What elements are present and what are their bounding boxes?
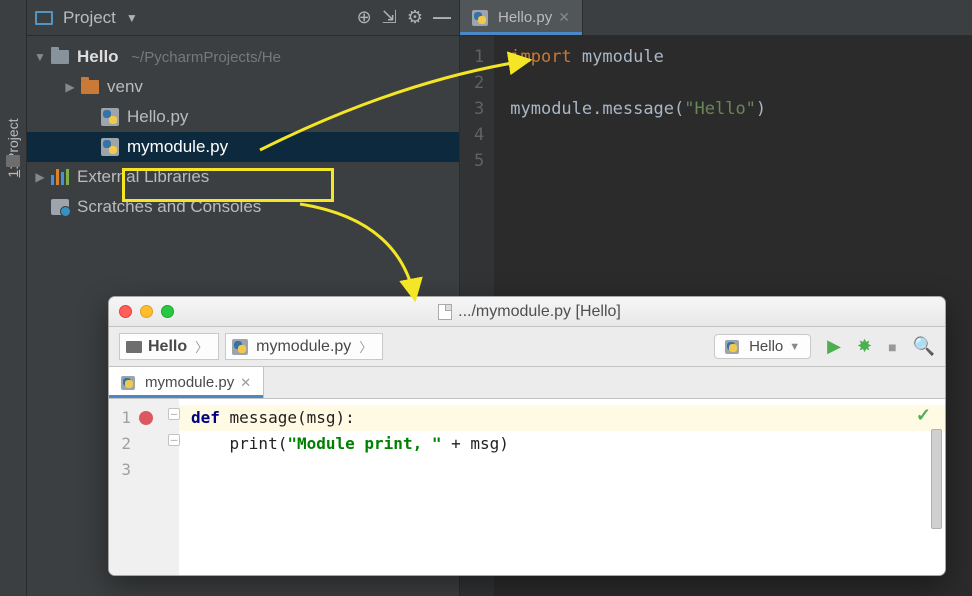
hide-panel-icon[interactable]: — [433,7,451,28]
tree-file-hello[interactable]: Hello.py [27,102,459,132]
indent [191,434,230,453]
breakpoint-icon[interactable] [139,411,153,425]
locate-icon[interactable]: ⊕ [357,7,372,28]
breadcrumb-project[interactable]: Hello 〉 [119,333,219,360]
window-title: .../mymodule.py [Hello] [182,303,877,321]
breadcrumb-file[interactable]: mymodule.py 〉 [225,333,383,360]
project-view-icon [35,11,53,25]
expand-arrow-icon[interactable]: ▶ [33,170,47,184]
collapse-all-icon[interactable]: ⇲ [382,7,397,28]
line-number: 2 [119,431,131,457]
close-tab-icon[interactable]: ✕ [240,375,251,391]
chevron-right-icon: 〉 [359,337,372,356]
scrollbar[interactable] [931,429,942,529]
folder-icon [81,80,99,94]
builtin: print [230,434,278,453]
inspection-ok-icon[interactable]: ✓ [916,405,931,426]
line-number: 1 [474,44,484,70]
left-tool-gutter: 1: Project [0,0,27,596]
tree-venv[interactable]: ▶ venv [27,72,459,102]
venv-label: venv [107,77,143,97]
tree-external-libs[interactable]: ▶ External Libraries [27,162,459,192]
tab-label: mymodule.py [145,374,234,391]
window-controls [119,305,174,318]
project-view-dropdown-icon[interactable]: ▼ [126,11,138,25]
editor-tab-hello[interactable]: Hello.py ✕ [460,0,583,35]
python-icon [725,340,739,354]
window-title-text: .../mymodule.py [Hello] [458,303,621,321]
search-icon[interactable]: 🔍 [913,336,935,357]
settings-gear-icon[interactable]: ⚙ [407,7,423,28]
line-number: 5 [474,148,484,174]
run-configuration-selector[interactable]: Hello ▼ [714,334,811,359]
expand-arrow-icon[interactable]: ▶ [63,80,77,94]
keyword: import [510,47,571,67]
line-number: 4 [474,122,484,148]
zoom-window-icon[interactable] [161,305,174,318]
chevron-down-icon: ▼ [789,341,800,353]
debug-icon[interactable]: ✸ [857,336,872,357]
root-path: ~/PycharmProjects/He [131,49,281,66]
close-window-icon[interactable] [119,305,132,318]
crumb-label: mymodule.py [256,338,351,356]
extlib-label: External Libraries [77,167,209,187]
file-label: mymodule.py [127,137,228,157]
project-tool-mnemonic: 1 [5,170,21,178]
identifier: mymodule [510,99,592,119]
tree-root[interactable]: ▼ Hello ~/PycharmProjects/He [27,42,459,72]
float-code-editor[interactable]: 1 – 2 – 3 def message(msg): print("Modul… [109,399,945,575]
line-number: 3 [119,457,131,483]
libraries-icon [51,169,69,185]
function-name: message [230,408,297,427]
chevron-right-icon: 〉 [195,337,208,356]
python-file-icon [472,10,488,26]
string: "Hello" [684,99,756,119]
navigation-bar: Hello 〉 mymodule.py 〉 Hello ▼ ▶ ✸ ■ 🔍 [109,327,945,367]
file-label: Hello.py [127,107,188,127]
scratches-icon [51,199,69,215]
window-titlebar[interactable]: .../mymodule.py [Hello] [109,297,945,327]
run-icon[interactable]: ▶ [827,336,841,357]
python-file-icon [101,108,119,126]
float-editor-tabs: mymodule.py ✕ [109,367,945,399]
tree-scratches[interactable]: Scratches and Consoles [27,192,459,222]
tree-file-mymodule[interactable]: mymodule.py [27,132,459,162]
paren: ) [756,99,766,119]
call: .message( [592,99,684,119]
folder-icon [126,341,142,353]
close-tab-icon[interactable]: ✕ [558,9,570,26]
python-file-icon [101,138,119,156]
run-config-name: Hello [749,338,783,355]
scratch-label: Scratches and Consoles [77,197,261,217]
run-toolbar: ▶ ✸ ■ 🔍 [827,336,935,357]
identifier: mymodule [582,47,664,67]
project-view-title[interactable]: Project [63,8,116,28]
editor-tab-mymodule[interactable]: mymodule.py ✕ [109,367,264,398]
editor-tabs: Hello.py ✕ [460,0,972,36]
line-number: 1 [119,405,131,431]
root-name: Hello [77,47,119,67]
minimize-window-icon[interactable] [140,305,153,318]
python-file-icon [121,376,135,390]
expand-arrow-icon[interactable]: ▼ [33,50,47,64]
floating-editor-window[interactable]: .../mymodule.py [Hello] Hello 〉 mymodule… [108,296,946,576]
stop-icon[interactable]: ■ [888,339,896,355]
float-code-content[interactable]: def message(msg): print("Module print, "… [179,399,945,575]
project-toolbar: Project ▼ ⊕ ⇲ ⚙ — [27,0,459,36]
params: (msg): [297,408,355,427]
string: "Module print, " [287,434,441,453]
document-icon [438,304,452,320]
tab-label: Hello.py [498,9,552,26]
line-number: 2 [474,70,484,96]
python-file-icon [232,339,248,355]
expr: + msg) [441,434,508,453]
float-gutter: 1 – 2 – 3 [109,399,179,575]
project-tool-button[interactable]: 1: Project [5,118,21,177]
line-number: 3 [474,96,484,122]
paren: ( [278,434,288,453]
keyword: def [191,408,220,427]
crumb-label: Hello [148,338,187,356]
project-tool-icon [6,155,20,167]
folder-icon [51,50,69,64]
